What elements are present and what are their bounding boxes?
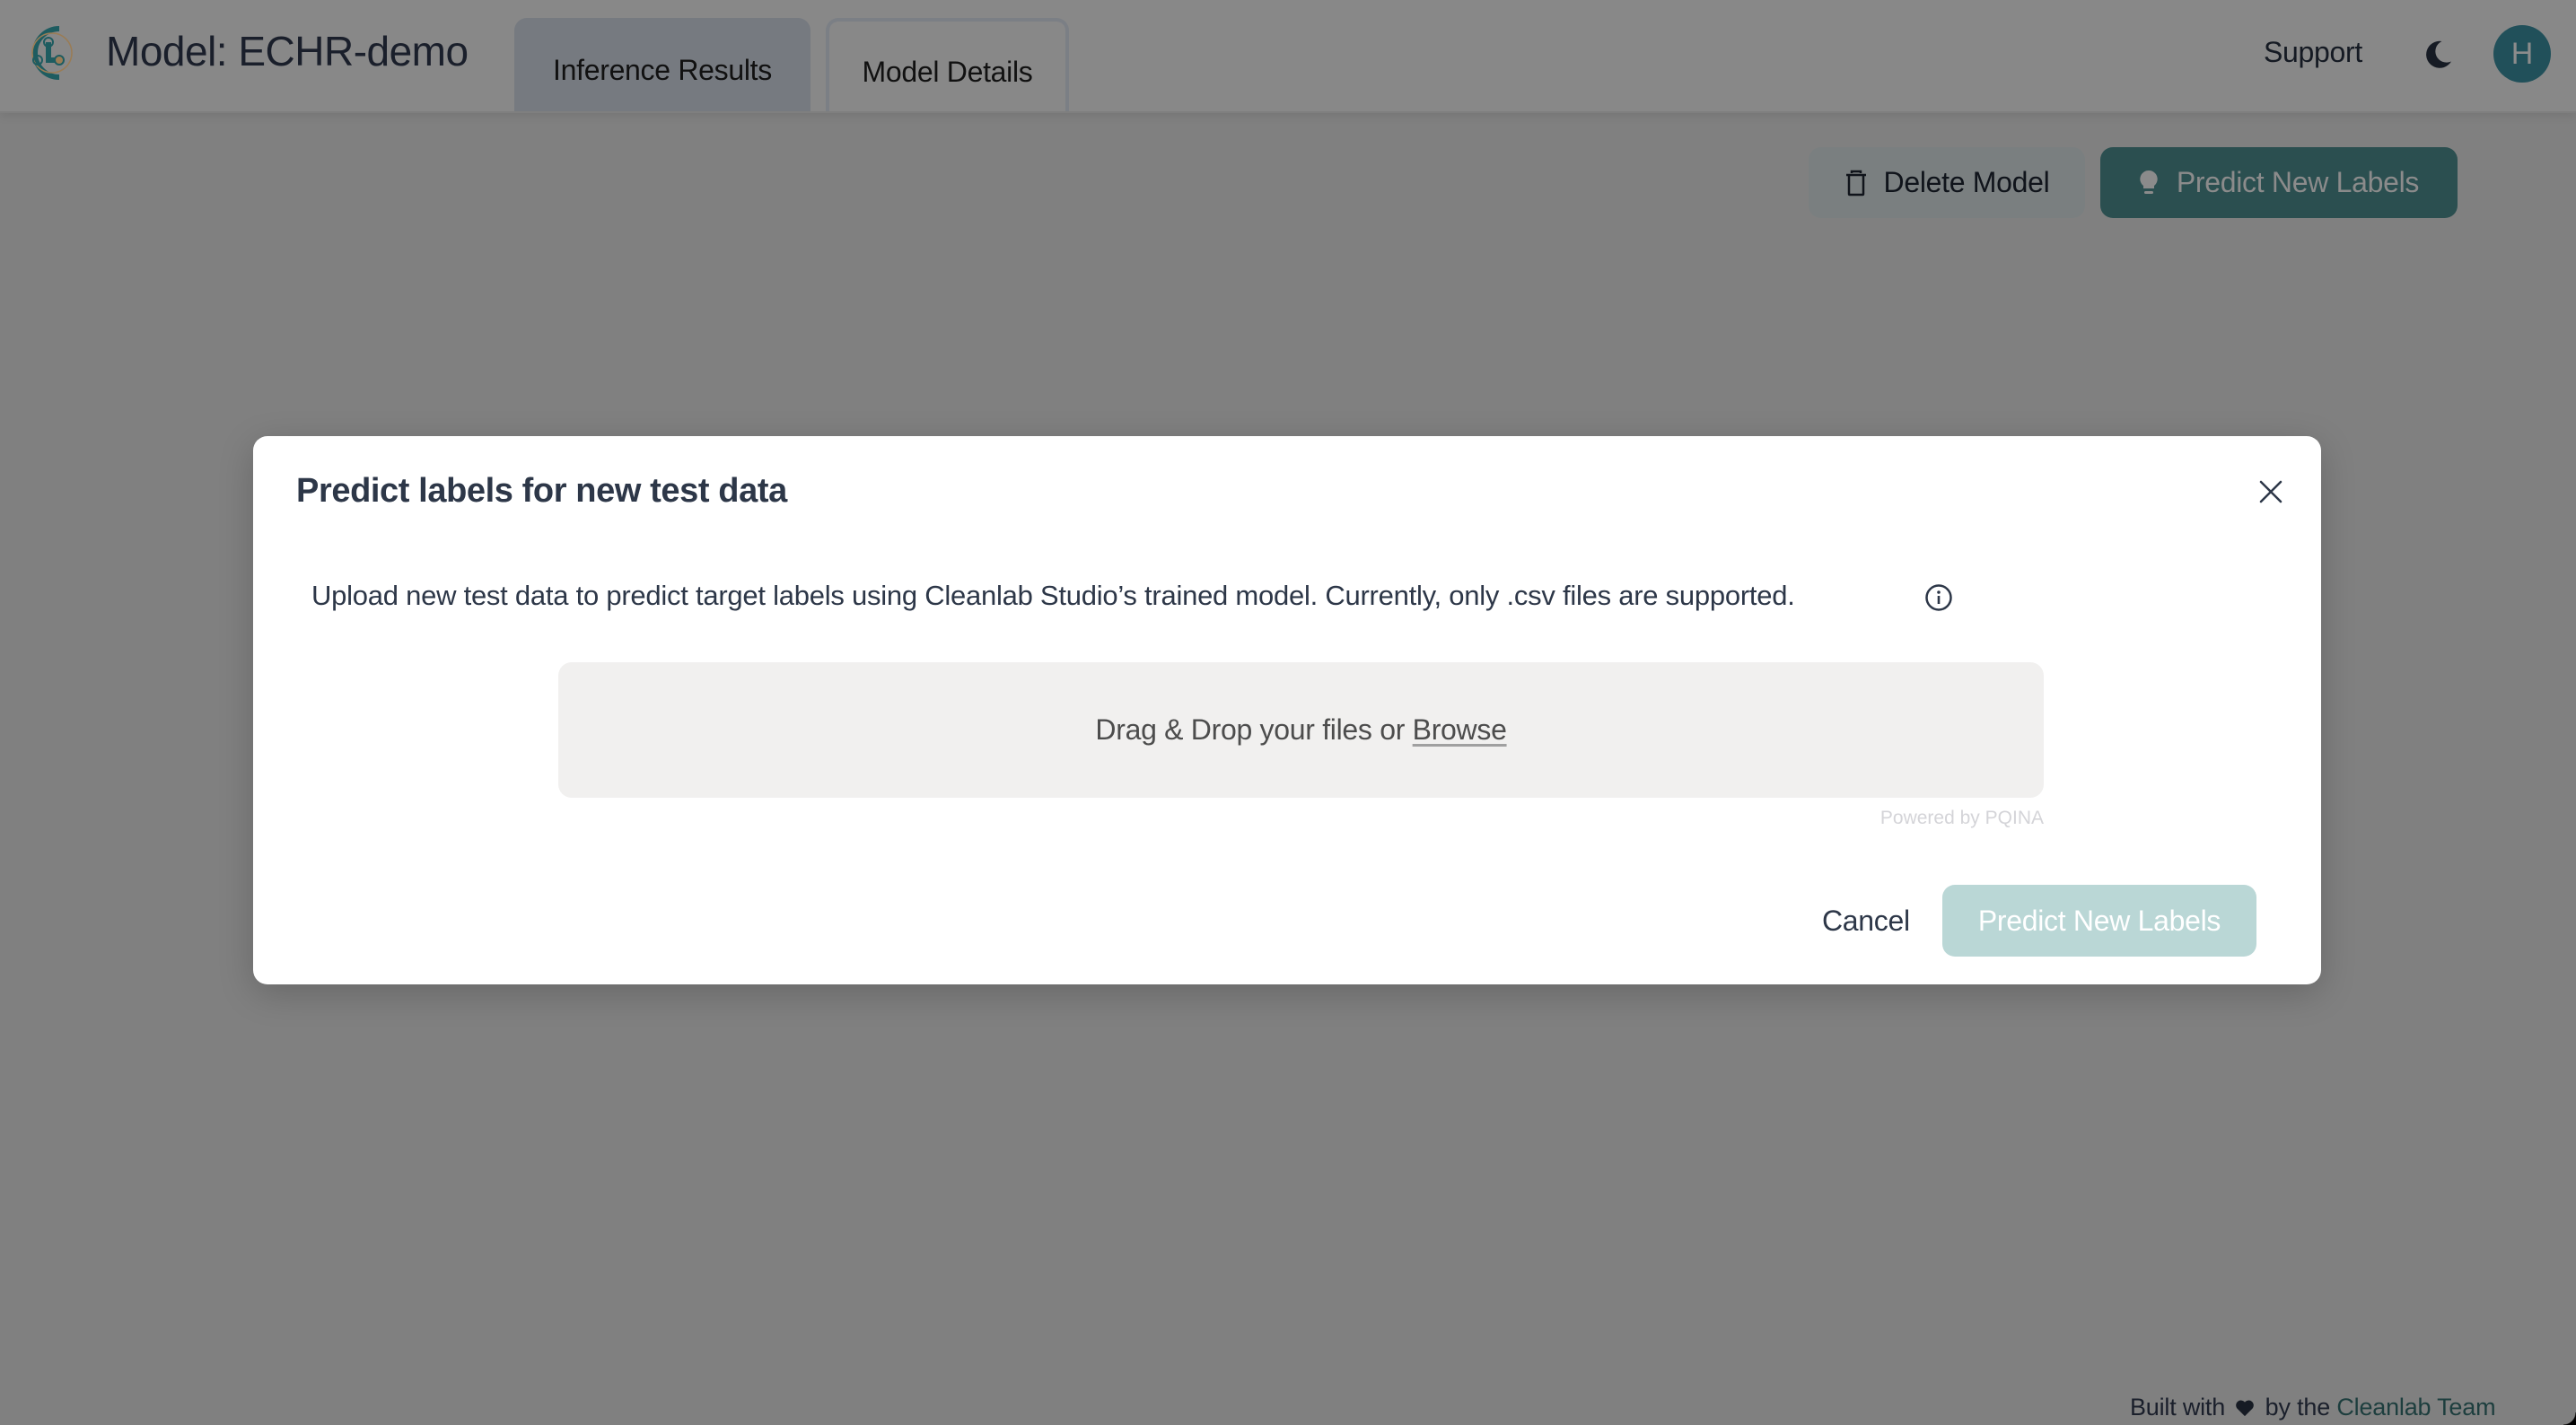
powered-by-pqina-link[interactable]: Powered by PQINA <box>1865 808 2044 829</box>
delete-model-button[interactable]: Delete Model <box>1809 147 2085 218</box>
dropzone-text: Drag & Drop your files or <box>1095 713 1406 746</box>
predict-new-labels-button[interactable]: Predict New Labels <box>2100 147 2458 218</box>
cleanlab-team-link[interactable]: Cleanlab Team <box>2336 1394 2495 1421</box>
tab-inference-results[interactable]: Inference Results <box>514 18 810 111</box>
window-corner <box>2563 1412 2576 1425</box>
modal-predict-new-labels-button[interactable]: Predict New Labels <box>1942 885 2256 957</box>
lightbulb-icon <box>2140 170 2158 194</box>
info-icon[interactable] <box>1924 583 1953 612</box>
page-title: Model: ECHR-demo <box>106 28 469 74</box>
support-link[interactable]: Support <box>2264 36 2362 69</box>
browse-link[interactable]: Browse <box>1413 713 1507 746</box>
footer: Built with by the Cleanlab Team <box>2130 1394 2496 1421</box>
footer-middle: by the <box>2265 1394 2331 1421</box>
cleanlab-logo-icon[interactable] <box>23 25 77 81</box>
delete-model-label: Delete Model <box>1883 166 2050 198</box>
dropzone-label: Drag & Drop your files or Browse <box>1095 713 1506 747</box>
predict-new-labels-label: Predict New Labels <box>2176 166 2420 198</box>
trash-icon <box>1845 170 1866 196</box>
predict-labels-modal: Predict labels for new test data Upload … <box>253 436 2321 984</box>
modal-description: Upload new test data to predict target l… <box>311 580 1795 611</box>
close-icon[interactable] <box>2256 476 2286 507</box>
app-header: Model: ECHR-demo Inference Results Model… <box>0 0 2576 113</box>
tab-model-details[interactable]: Model Details <box>826 18 1069 111</box>
user-avatar[interactable]: H <box>2493 25 2551 83</box>
moon-icon[interactable] <box>2422 39 2454 71</box>
file-dropzone[interactable]: Drag & Drop your files or Browse <box>558 662 2044 798</box>
footer-prefix: Built with <box>2130 1394 2226 1421</box>
cancel-button[interactable]: Cancel <box>1813 885 1919 957</box>
heart-icon <box>2236 1400 2255 1417</box>
modal-title: Predict labels for new test data <box>296 472 787 510</box>
